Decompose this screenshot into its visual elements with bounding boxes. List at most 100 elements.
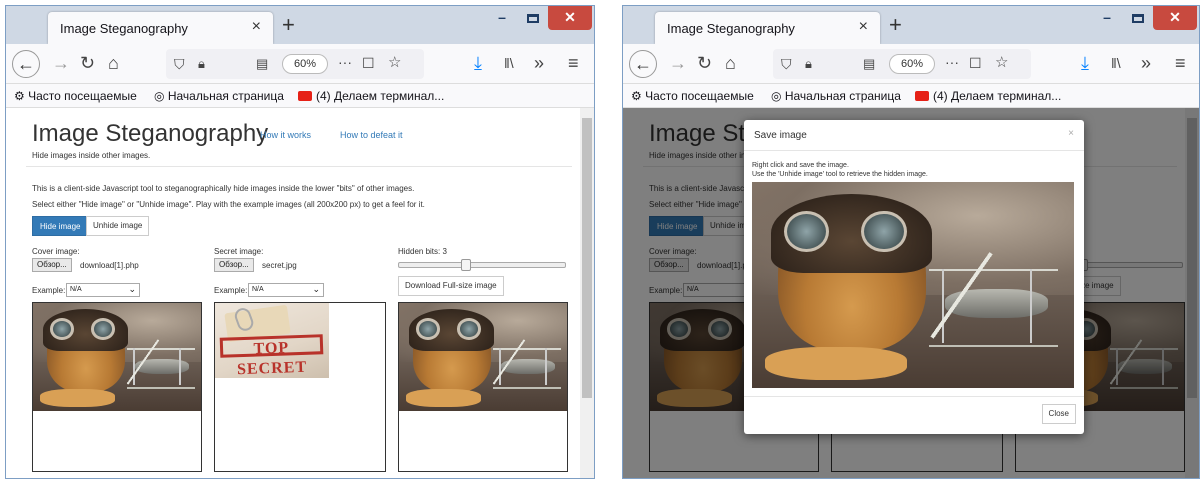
bookmark-label: (4) Делаем терминал... (316, 89, 445, 103)
browser-window-right: Image Steganography × + – ✕ ← → ↻ ⌂ ⛉ 🔒︎… (622, 5, 1200, 479)
shield-icon[interactable]: ⛉ (174, 53, 185, 75)
minimize-button[interactable]: – (1093, 6, 1121, 30)
how-it-works-link[interactable]: How it works (260, 130, 311, 140)
divider (26, 166, 572, 167)
instructions-text: Select either "Hide image" or "Unhide im… (32, 200, 425, 209)
modal-close-icon[interactable]: × (1068, 128, 1074, 139)
back-button[interactable]: ← (629, 50, 657, 78)
page-subtitle: Hide images inside other images. (32, 151, 151, 160)
aviator-dog-image-large[interactable] (752, 182, 1074, 388)
secret-image-canvas: TOP SECRET (214, 302, 386, 472)
close-window-button[interactable]: ✕ (548, 6, 592, 30)
tab-bar: Image Steganography × + – ✕ (623, 6, 1199, 44)
reload-button[interactable]: ↻ (80, 52, 95, 74)
bookmark-youtube[interactable]: (4) Делаем терминал... (915, 89, 1061, 103)
youtube-icon (915, 91, 929, 101)
tab-title: Image Steganography (60, 21, 188, 36)
unhide-image-button[interactable]: Unhide image (86, 216, 150, 236)
back-button[interactable]: ← (12, 50, 40, 78)
bookmark-youtube[interactable]: (4) Делаем терминал... (298, 89, 444, 103)
secret-filename: secret.jpg (262, 261, 297, 270)
tab-title: Image Steganography (667, 21, 795, 36)
pocket-icon[interactable]: ☐ (969, 52, 982, 74)
forward-button[interactable]: → (669, 52, 687, 74)
bookmark-start-page[interactable]: ◎ Начальная страница (154, 89, 284, 103)
url-bar[interactable]: ⛉ 🔒︎ ▤ 60% ··· ☐ ☆ (773, 49, 1031, 79)
download-icon[interactable]: ⤓ (1081, 52, 1089, 74)
library-icon[interactable]: ‖\ (504, 52, 514, 74)
maximize-button[interactable] (518, 6, 548, 30)
aviator-dog-image (399, 303, 567, 411)
tab-bar: Image Steganography × + – ✕ (6, 6, 594, 44)
secret-example-select[interactable]: N/A ⌄ (248, 283, 324, 297)
tab-image-steganography[interactable]: Image Steganography × (48, 12, 273, 44)
hide-image-button[interactable]: Hide image (32, 216, 89, 236)
scrollbar-thumb[interactable] (582, 118, 592, 398)
cover-example-label: Example: (32, 286, 66, 295)
minimize-button[interactable]: – (488, 6, 516, 30)
hidden-bits-label: Hidden bits: 3 (398, 247, 447, 256)
shield-icon[interactable]: ⛉ (781, 53, 792, 75)
reader-view-icon[interactable]: ▤ (863, 53, 875, 75)
bookmark-label: (4) Делаем терминал... (933, 89, 1062, 103)
cover-filename: download[1].php (80, 261, 139, 270)
lock-icon[interactable]: 🔒︎ (198, 53, 205, 75)
cover-example-select[interactable]: N/A ⌄ (66, 283, 140, 297)
tab-image-steganography[interactable]: Image Steganography × (655, 12, 880, 44)
url-bar[interactable]: ⛉ 🔒︎ ▤ 60% ··· ☐ ☆ (166, 49, 424, 79)
secret-browse-button[interactable]: Обзор... (214, 258, 254, 272)
zoom-level[interactable]: 60% (282, 54, 328, 74)
cover-browse-button[interactable]: Обзор... (32, 258, 72, 272)
bookmark-label: Начальная страница (784, 89, 901, 103)
intro-text: This is a client-side Javascript tool to… (32, 184, 415, 193)
menu-icon[interactable]: ≡ (1175, 52, 1186, 74)
bookmark-start-page[interactable]: ◎ Начальная страница (771, 89, 901, 103)
tab-close-icon[interactable]: × (252, 18, 261, 36)
youtube-icon (298, 91, 312, 101)
close-window-button[interactable]: ✕ (1153, 6, 1197, 30)
overflow-icon[interactable]: » (534, 52, 544, 74)
bookmark-star-icon[interactable]: ☆ (995, 52, 1008, 74)
nav-bar: ← → ↻ ⌂ ⛉ 🔒︎ ▤ 60% ··· ☐ ☆ ⤓ ‖\ » ≡ (6, 44, 594, 84)
nav-bar: ← → ↻ ⌂ ⛉ 🔒︎ ▤ 60% ··· ☐ ☆ ⤓ ‖\ » ≡ (623, 44, 1199, 84)
bookmarks-bar: ⚙ Часто посещаемые ◎ Начальная страница … (6, 84, 594, 108)
save-image-modal: Save image × Right click and save the im… (744, 120, 1084, 434)
tab-close-icon[interactable]: × (859, 18, 868, 36)
forward-button[interactable]: → (52, 52, 70, 74)
bookmark-label: Начальная страница (167, 89, 284, 103)
modal-footer-divider (744, 396, 1084, 397)
download-icon[interactable]: ⤓ (474, 52, 482, 74)
reload-button[interactable]: ↻ (697, 52, 712, 74)
page-actions-icon[interactable]: ··· (945, 51, 959, 73)
home-button[interactable]: ⌂ (725, 52, 736, 74)
aviator-dog-image (33, 303, 201, 411)
bookmark-star-icon[interactable]: ☆ (388, 52, 401, 74)
reader-view-icon[interactable]: ▤ (256, 53, 268, 75)
top-secret-image: TOP SECRET (215, 303, 329, 378)
bookmark-most-visited[interactable]: ⚙ Часто посещаемые (14, 89, 137, 103)
new-tab-button[interactable]: + (889, 12, 902, 38)
hidden-bits-slider[interactable] (398, 259, 566, 271)
how-to-defeat-link[interactable]: How to defeat it (340, 130, 403, 140)
page-content: Image Steganography How it works How to … (6, 108, 594, 478)
secret-image-label: Secret image: (214, 247, 264, 256)
slider-thumb[interactable] (461, 259, 472, 271)
modal-close-button[interactable]: Close (1041, 404, 1076, 424)
zoom-level[interactable]: 60% (889, 54, 935, 74)
lock-icon[interactable]: 🔒︎ (805, 53, 812, 75)
menu-icon[interactable]: ≡ (568, 52, 579, 74)
page-actions-icon[interactable]: ··· (338, 51, 352, 73)
bookmarks-bar: ⚙ Часто посещаемые ◎ Начальная страница … (623, 84, 1199, 108)
library-icon[interactable]: ‖\ (1111, 52, 1121, 74)
maximize-button[interactable] (1123, 6, 1153, 30)
pocket-icon[interactable]: ☐ (362, 52, 375, 74)
download-full-size-button[interactable]: Download Full-size image (398, 276, 504, 296)
bookmark-most-visited[interactable]: ⚙ Часто посещаемые (631, 89, 754, 103)
scrollbar[interactable] (580, 108, 594, 478)
home-button[interactable]: ⌂ (108, 52, 119, 74)
result-image-canvas (398, 302, 568, 472)
cover-image-canvas (32, 302, 202, 472)
new-tab-button[interactable]: + (282, 12, 295, 38)
overflow-icon[interactable]: » (1141, 52, 1151, 74)
maximize-icon (1132, 13, 1144, 23)
